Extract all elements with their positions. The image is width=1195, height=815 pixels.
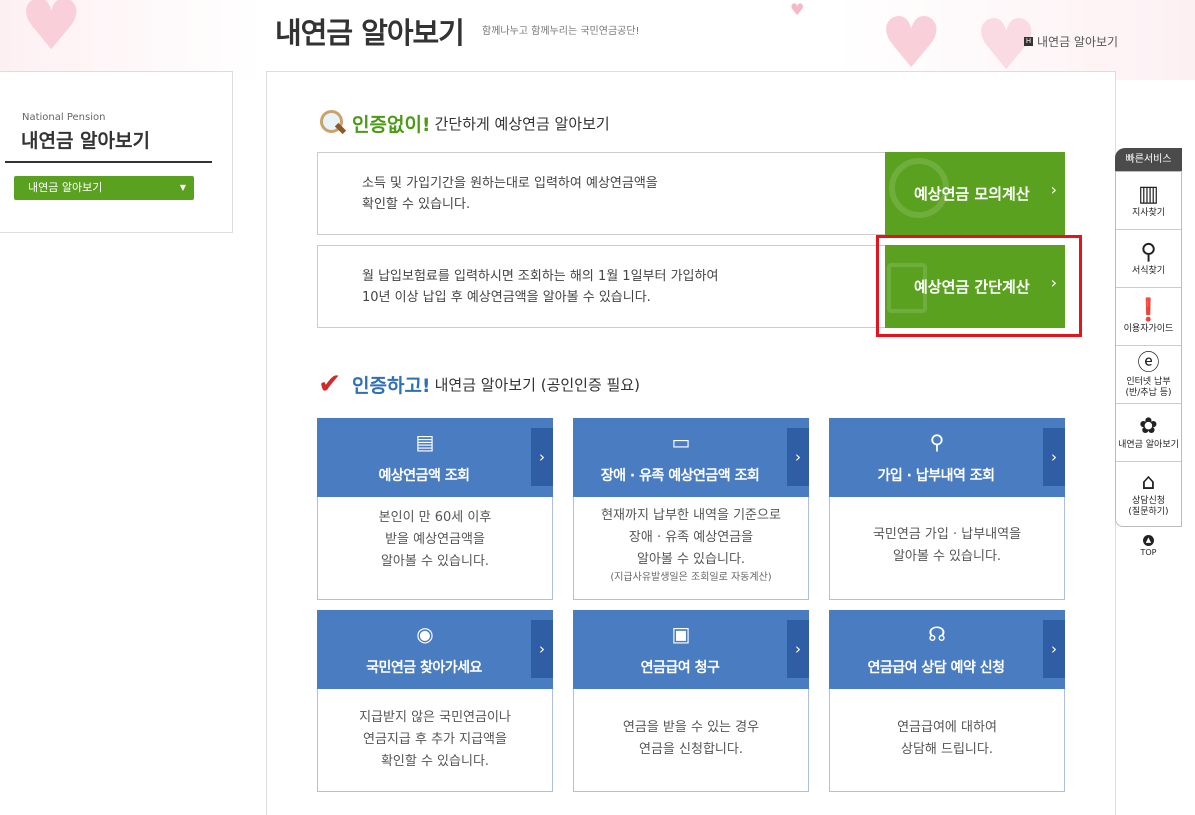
- section-auth-title: ✔ 인증하고! 내연금 알아보기 (공인인증 필요): [318, 370, 640, 398]
- money-bag-icon: ◉: [416, 622, 434, 646]
- home-icon: H: [1024, 37, 1033, 46]
- card-subscription-history[interactable]: ⚲ 가입 · 납부내역 조회 › 국민연금 가입 · 납부내역을 알아볼 수 있…: [829, 418, 1065, 600]
- row-description: 월 납입보험료를 입력하시면 조회하는 해의 1월 1일부터 가입하여 10년 …: [362, 269, 719, 305]
- sidebar-title: 내연금 알아보기: [21, 130, 150, 152]
- card-description: 지급받지 않은 국민연금이나 연금지급 후 추가 지급액을 확인할 수 있습니다…: [359, 710, 511, 769]
- heart-decoration: ♥: [20, 0, 83, 66]
- checkmark-icon: ✔: [318, 367, 342, 400]
- card-title: 가입 · 납부내역 조회: [877, 468, 995, 484]
- card-header[interactable]: ⚲ 가입 · 납부내역 조회 ›: [829, 418, 1065, 497]
- card-header[interactable]: ▤ 예상연금액 조회 ›: [317, 418, 553, 497]
- card-description: 연금급여에 대하여 상담해 드립니다.: [897, 720, 997, 757]
- heart-decoration: ♥: [790, 0, 805, 19]
- quick-item-my-pension[interactable]: ✿ 내연금 알아보기: [1116, 404, 1181, 462]
- guide-icon: ❗: [1134, 298, 1163, 323]
- card-expected-pension[interactable]: ▤ 예상연금액 조회 › 본인이 만 60세 이후 받을 예상연금액을 알아볼 …: [317, 418, 553, 600]
- building-icon: ▥: [1138, 182, 1159, 207]
- quick-service-panel: 빠른서비스 ▥ 지사찾기 ⚲ 서식찾기 ❗ 이용자가이드 ⓔ 인터넷 납부 (반…: [1115, 148, 1182, 557]
- clover-icon: ✿: [1139, 414, 1158, 439]
- card-description: 본인이 만 60세 이후 받을 예상연금액을 알아볼 수 있습니다.: [378, 510, 492, 569]
- card-header[interactable]: ▭ 장애 · 유족 예상연금액 조회 ›: [573, 418, 809, 497]
- laptop-icon: ▣: [671, 622, 691, 646]
- sidebar-menu-select[interactable]: 내연금 알아보기 ▼: [14, 176, 194, 200]
- chevron-down-icon: ▼: [179, 183, 186, 192]
- sidebar-divider: [5, 161, 212, 163]
- chevron-up-icon: ▲: [1143, 535, 1154, 546]
- internet-icon: ⓔ: [1137, 350, 1160, 376]
- card-description: 현재까지 납부한 내역을 기준으로 장애 · 유족 예상연금을 알아볼 수 있습…: [574, 505, 808, 585]
- quick-item-forms[interactable]: ⚲ 서식찾기: [1116, 230, 1181, 288]
- top-button[interactable]: ▲ TOP: [1115, 535, 1182, 557]
- chevron-right-icon: ›: [531, 428, 553, 486]
- card-title: 연금급여 상담 예약 신청: [867, 660, 1005, 676]
- card-header[interactable]: ▣ 연금급여 청구 ›: [573, 610, 809, 689]
- id-card-icon: ▭: [671, 430, 691, 454]
- sidebar-select-label: 내연금 알아보기: [28, 181, 103, 194]
- highlight-box: [876, 235, 1082, 337]
- quick-item-consultation[interactable]: ⌂ 상담신청 (질문하기): [1116, 462, 1181, 526]
- simulation-row: 소득 및 가입기간을 원하는대로 입력하여 예상연금액을 확인할 수 있습니다.…: [317, 152, 1065, 235]
- mouse-icon: ⌂: [1141, 470, 1156, 495]
- section-no-auth-title: 인증없이! 간단하게 예상연금 알아보기: [318, 108, 610, 138]
- card-title: 국민연금 찾아가세요: [366, 660, 482, 676]
- document-search-icon: ⚲: [1140, 240, 1157, 265]
- magnifier-icon: [318, 108, 348, 138]
- header-background: ♥ ♥ ♥ ♥: [0, 0, 1195, 80]
- section-heading: 간단하게 예상연금 알아보기: [434, 114, 610, 133]
- section-emphasis: 인증없이!: [352, 113, 431, 136]
- card-header[interactable]: ◉ 국민연금 찾아가세요 ›: [317, 610, 553, 689]
- quick-item-branch[interactable]: ▥ 지사찾기: [1116, 172, 1181, 230]
- document-icon: ▤: [415, 430, 435, 454]
- section-heading: 내연금 알아보기 (공인인증 필요): [434, 375, 641, 394]
- card-header[interactable]: ☊ 연금급여 상담 예약 신청 ›: [829, 610, 1065, 689]
- card-find-pension[interactable]: ◉ 국민연금 찾아가세요 › 지급받지 않은 국민연금이나 연금지급 후 추가 …: [317, 610, 553, 792]
- card-disability-survivor[interactable]: ▭ 장애 · 유족 예상연금액 조회 › 현재까지 납부한 내역을 기준으로 장…: [573, 418, 809, 600]
- chevron-right-icon: ›: [1050, 180, 1057, 199]
- page-subtitle: 함께나누고 함께누리는 국민연금공단!: [482, 26, 640, 37]
- sidebar: National Pension 내연금 알아보기 내연금 알아보기 ▼: [0, 71, 233, 233]
- chevron-right-icon: ›: [787, 620, 809, 678]
- quick-service-list: ▥ 지사찾기 ⚲ 서식찾기 ❗ 이용자가이드 ⓔ 인터넷 납부 (반/추납 등)…: [1115, 171, 1182, 527]
- card-description: 연금을 받을 수 있는 경우 연금을 신청합니다.: [622, 720, 760, 757]
- chevron-right-icon: ›: [531, 620, 553, 678]
- heart-decoration: ♥: [880, 2, 943, 84]
- chevron-right-icon: ›: [787, 428, 809, 486]
- mock-calculation-button[interactable]: 예상연금 모의계산 ›: [885, 152, 1065, 235]
- breadcrumb-label: 내연금 알아보기: [1037, 35, 1119, 49]
- chevron-right-icon: ›: [1043, 620, 1065, 678]
- row-description: 소득 및 가입기간을 원하는대로 입력하여 예상연금액을 확인할 수 있습니다.: [362, 176, 658, 212]
- card-title: 연금급여 청구: [640, 660, 720, 676]
- card-benefit-claim[interactable]: ▣ 연금급여 청구 › 연금을 받을 수 있는 경우 연금을 신청합니다.: [573, 610, 809, 792]
- quick-service-header: 빠른서비스: [1115, 148, 1182, 171]
- card-title: 장애 · 유족 예상연금액 조회: [600, 468, 760, 484]
- page-title: 내연금 알아보기: [275, 16, 465, 50]
- target-icon: [889, 158, 949, 218]
- sidebar-title-en: National Pension: [22, 112, 106, 123]
- card-description: 국민연금 가입 · 납부내역을 알아볼 수 있습니다.: [872, 527, 1022, 564]
- quick-item-internet-payment[interactable]: ⓔ 인터넷 납부 (반/추납 등): [1116, 346, 1181, 404]
- card-consultation-booking[interactable]: ☊ 연금급여 상담 예약 신청 › 연금급여에 대하여 상담해 드립니다.: [829, 610, 1065, 792]
- magnifier-icon: ⚲: [929, 430, 945, 454]
- card-note: (지급사유발생일은 조회일로 자동계산): [610, 572, 772, 583]
- section-emphasis: 인증하고!: [352, 374, 431, 397]
- breadcrumb[interactable]: H 내연금 알아보기: [1024, 33, 1118, 50]
- card-title: 예상연금액 조회: [378, 468, 470, 484]
- headset-icon: ☊: [928, 622, 946, 646]
- quick-item-guide[interactable]: ❗ 이용자가이드: [1116, 288, 1181, 346]
- chevron-right-icon: ›: [1043, 428, 1065, 486]
